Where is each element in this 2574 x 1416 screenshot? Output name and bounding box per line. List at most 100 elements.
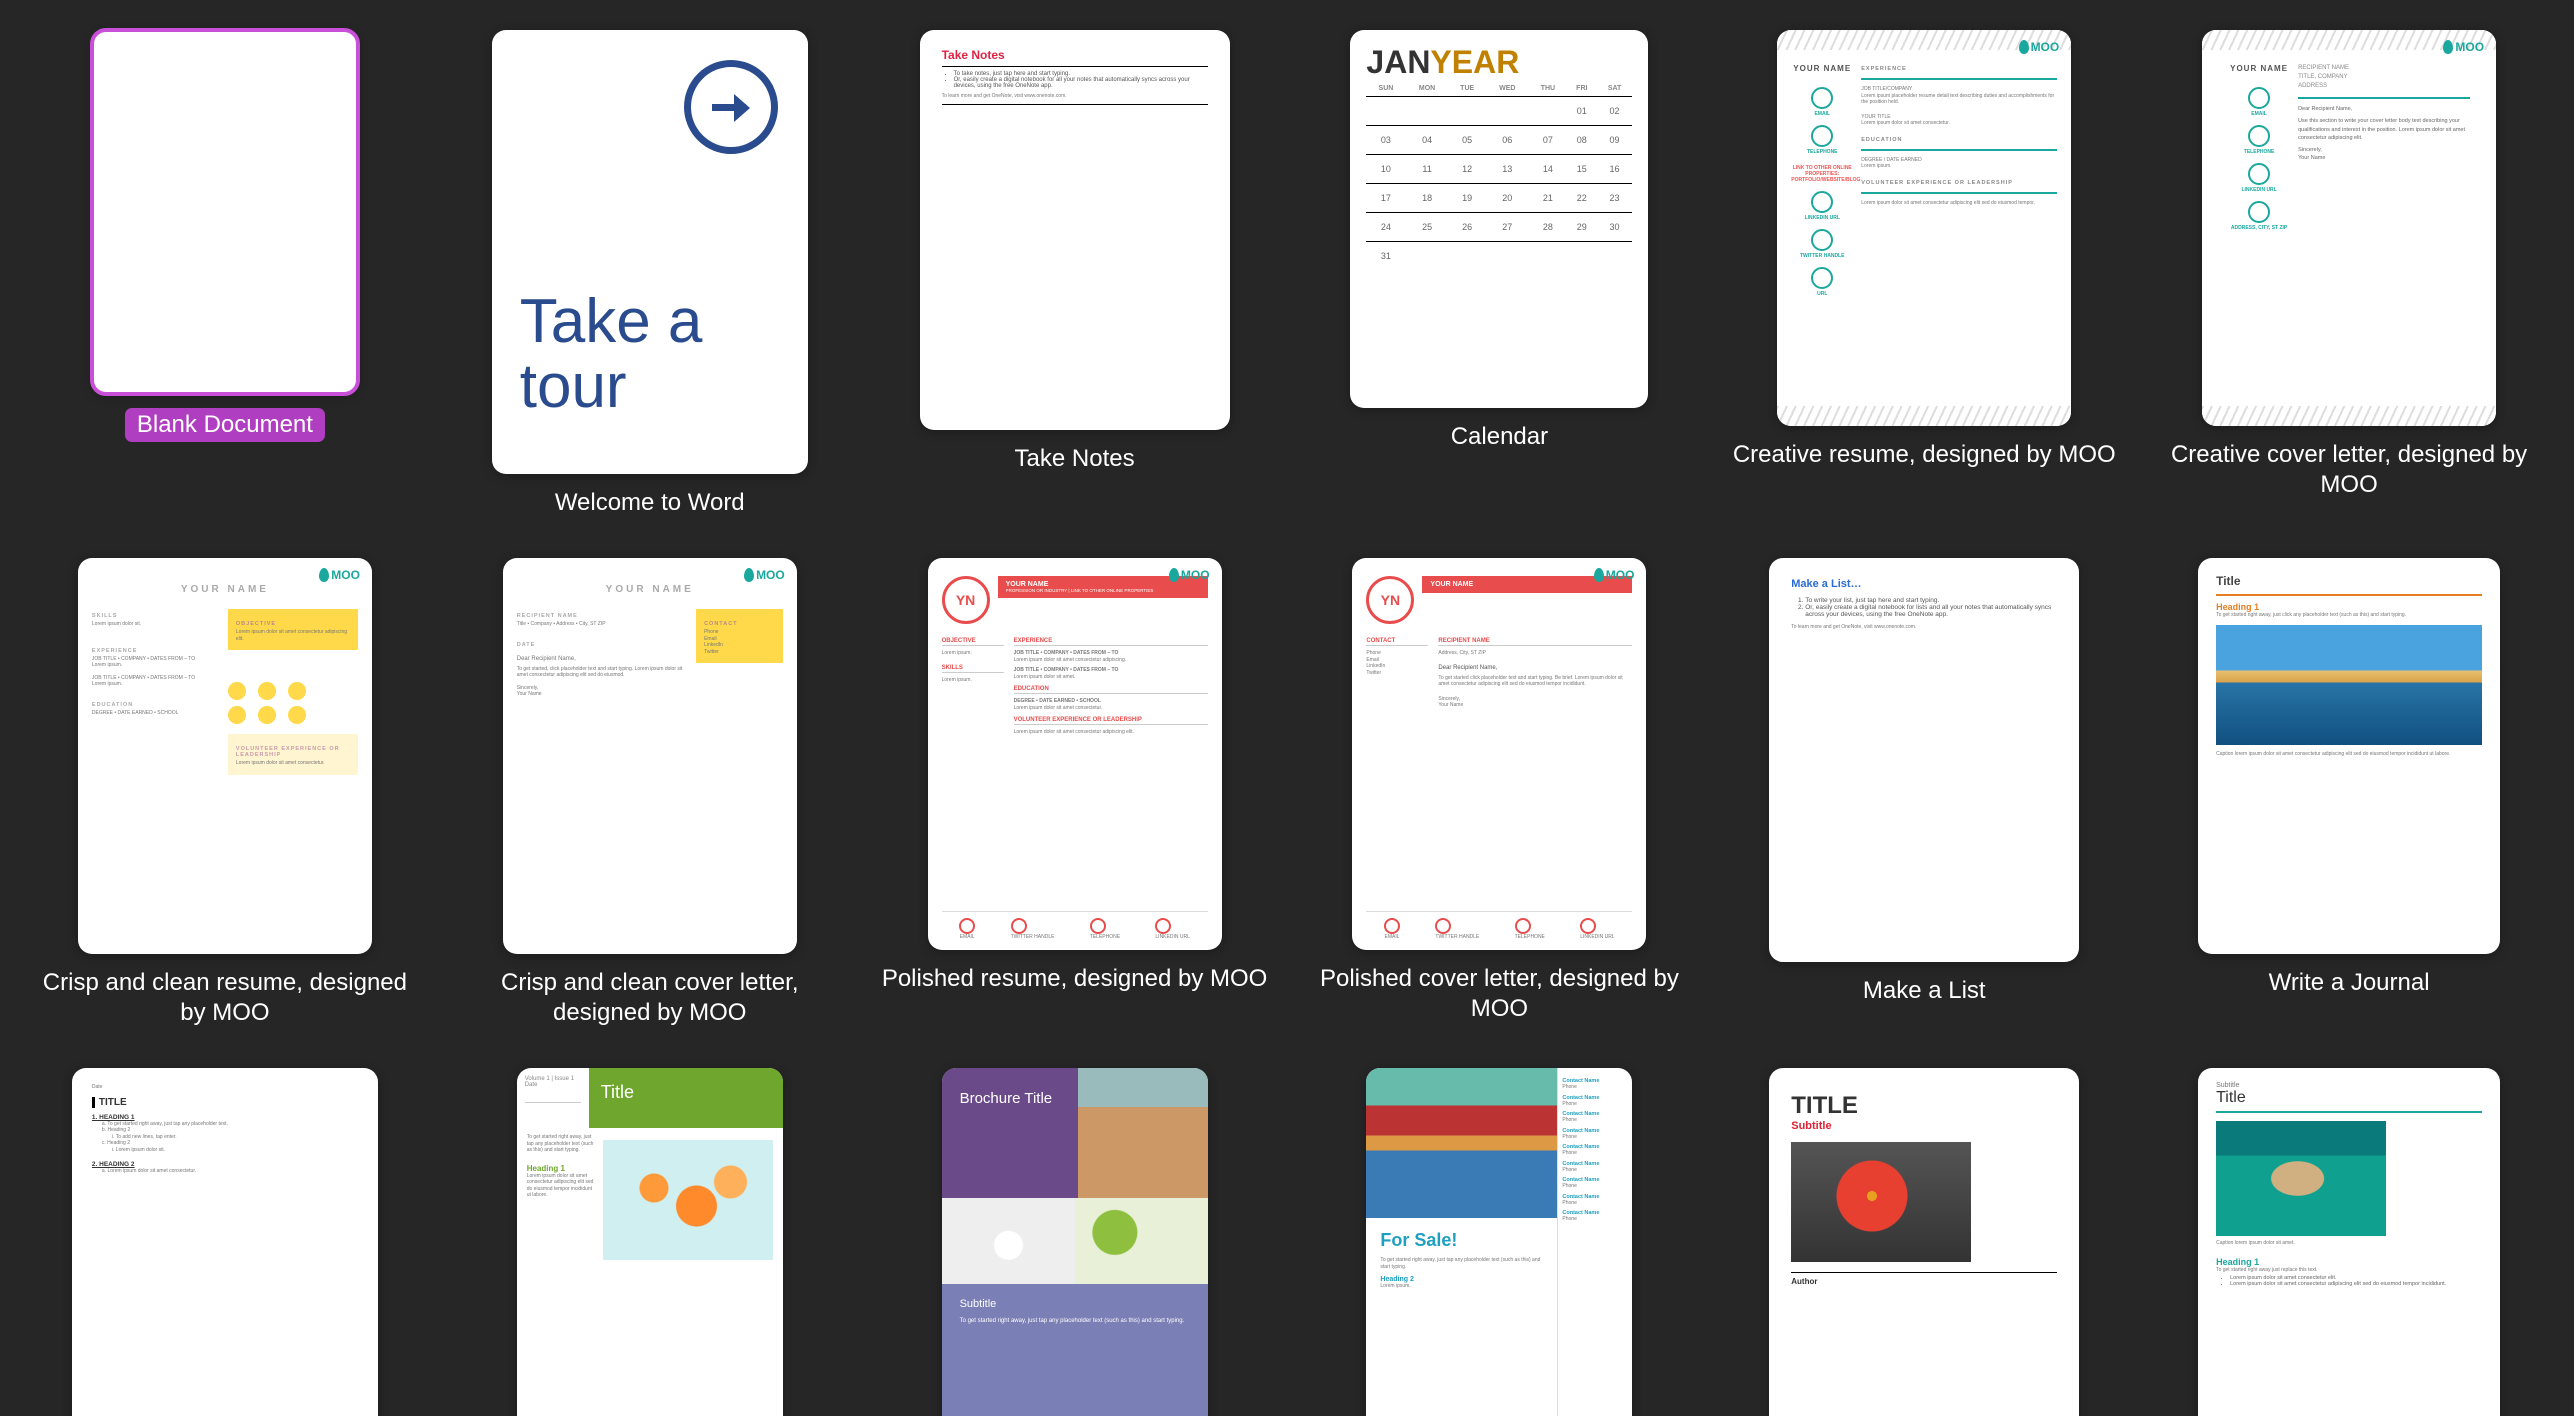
cal-day: WED xyxy=(1486,81,1529,97)
contact-label: EMAIL xyxy=(1791,111,1853,117)
template-item-moo-yellow-cover[interactable]: MOO YOUR NAME RECIPIENT NAME Title • Com… xyxy=(455,558,845,1028)
cal-month-text: JAN xyxy=(1366,44,1430,80)
notes-title: Take Notes xyxy=(942,48,1208,62)
food-photo-icon xyxy=(1078,1068,1208,1198)
section-heading: EXPERIENCE xyxy=(92,648,222,654)
twitter-icon xyxy=(1811,229,1833,251)
template-item-outline[interactable]: Date TITLE 1. HEADING 1 a. To get starte… xyxy=(30,1068,420,1416)
template-item-moo-red-resume[interactable]: MOO YN YOUR NAME PROFESSION OR INDUSTRY … xyxy=(880,558,1270,1028)
cover-greeting: Dear Recipient Name, xyxy=(2298,105,2470,113)
template-thumb-paper-toc[interactable]: TITLE Subtitle Author xyxy=(1769,1068,2079,1416)
otter-photo-icon xyxy=(2216,1121,2386,1236)
template-thumb-tour[interactable]: Take a tour xyxy=(492,30,808,474)
template-thumb-research[interactable]: Subtitle Title Caption lorem ipsum dolor… xyxy=(2198,1068,2500,1416)
calendar-grid: SUN MON TUE WED THU FRI SAT 0102 0304050… xyxy=(1366,81,1632,270)
research-heading1: Heading 1 xyxy=(2216,1257,2482,1267)
contact-icons-row: EMAIL TWITTER HANDLE TELEPHONE LINKEDIN … xyxy=(1366,911,1632,941)
section-heading: DATE xyxy=(517,642,690,648)
food-photo-icon xyxy=(942,1198,1075,1284)
template-thumb-notes[interactable]: Take Notes To take notes, just tap here … xyxy=(920,30,1230,430)
resume-name: YOUR NAME xyxy=(2228,64,2290,73)
outline-date: Date xyxy=(92,1084,358,1091)
flyer-headline: For Sale! xyxy=(1380,1230,1543,1251)
template-thumb-moo-resume[interactable]: MOO YOUR NAME EMAIL TELEPHONE LINK TO OT… xyxy=(1777,30,2071,426)
linkedin-icon xyxy=(2248,163,2270,185)
template-thumb-journal[interactable]: Title Heading 1 To get started right awa… xyxy=(2198,558,2500,954)
template-label: Calendar xyxy=(1451,422,1548,452)
paper-author: Author xyxy=(1791,1277,2057,1286)
template-thumb-list[interactable]: Make a List… To write your list, just ta… xyxy=(1769,558,2079,962)
template-thumb-newsletter[interactable]: Volume 1 | Issue 1Date Title To get star… xyxy=(517,1068,783,1416)
template-thumb-moo-cover[interactable]: MOO YOUR NAME EMAIL TELEPHONE LINKEDIN U… xyxy=(2202,30,2496,426)
news-tip: To get started right away, just tap any … xyxy=(527,1134,595,1154)
template-item-tour[interactable]: Take a tour Welcome to Word xyxy=(455,30,845,518)
template-thumb-outline[interactable]: Date TITLE 1. HEADING 1 a. To get starte… xyxy=(72,1068,378,1416)
cal-day: THU xyxy=(1529,81,1567,97)
contact-label: URL xyxy=(1791,291,1853,297)
template-label: Blank Document xyxy=(125,408,325,442)
template-thumb-brochure[interactable]: Brochure Title Subtitle To get started r… xyxy=(942,1068,1208,1416)
leaf-photo-icon xyxy=(1791,1142,1971,1262)
template-item-flyer[interactable]: For Sale! To get started right away, jus… xyxy=(1305,1068,1695,1416)
moo-logo-icon: MOO xyxy=(319,568,360,582)
contact-label: TWITTER HANDLE xyxy=(1791,253,1853,259)
journal-sub: To get started right away, just click an… xyxy=(2216,612,2482,619)
envelope-icon xyxy=(1384,918,1400,934)
cal-day: SUN xyxy=(1366,81,1405,97)
template-item-paper-toc[interactable]: TITLE Subtitle Author Paper with Cover a… xyxy=(1729,1068,2119,1416)
section-heading: OBJECTIVE xyxy=(236,621,350,627)
template-thumb-moo-yellow-cover[interactable]: MOO YOUR NAME RECIPIENT NAME Title • Com… xyxy=(503,558,797,954)
template-item-moo-resume[interactable]: MOO YOUR NAME EMAIL TELEPHONE LINK TO OT… xyxy=(1729,30,2119,518)
paper-title: TITLE xyxy=(1791,1092,2057,1120)
template-label: Take Notes xyxy=(1015,444,1135,474)
cover-sign: Sincerely, Your Name xyxy=(1438,696,1632,709)
template-thumb-moo-red-cover[interactable]: MOO YN YOUR NAME CONTACT PhoneEmailLinke… xyxy=(1352,558,1646,950)
map-pin-icon xyxy=(2248,201,2270,223)
template-item-research[interactable]: Subtitle Title Caption lorem ipsum dolor… xyxy=(2154,1068,2544,1416)
contact-label: ADDRESS, CITY, ST ZIP xyxy=(2228,225,2290,231)
template-item-blank[interactable]: Blank Document xyxy=(30,30,420,518)
template-item-moo-cover[interactable]: MOO YOUR NAME EMAIL TELEPHONE LINKEDIN U… xyxy=(2154,30,2544,518)
template-item-notes[interactable]: Take Notes To take notes, just tap here … xyxy=(880,30,1270,518)
flyer-h2: Heading 2 xyxy=(1380,1276,1543,1283)
twitter-icon xyxy=(1435,918,1451,934)
envelope-icon xyxy=(1811,87,1833,109)
phone-icon xyxy=(1811,125,1833,147)
section-heading: RECIPIENT NAME xyxy=(517,613,690,619)
flyer-sidebar: Contact NamePhone Contact NamePhone Cont… xyxy=(1557,1068,1632,1416)
template-item-calendar[interactable]: JANYEAR SUN MON TUE WED THU FRI SAT 0102… xyxy=(1305,30,1695,518)
contact-label: EMAIL xyxy=(2228,111,2290,117)
linkedin-icon xyxy=(1155,918,1171,934)
section-heading: EXPERIENCE xyxy=(1014,638,1208,644)
template-thumb-calendar[interactable]: JANYEAR SUN MON TUE WED THU FRI SAT 0102… xyxy=(1350,30,1648,408)
arrow-circle-icon xyxy=(684,60,778,154)
envelope-icon xyxy=(959,918,975,934)
section-heading: SKILLS xyxy=(942,665,1004,671)
template-thumb-blank[interactable] xyxy=(92,30,358,394)
cal-day: FRI xyxy=(1567,81,1597,97)
resume-name: YOUR NAME xyxy=(92,584,358,595)
contact-label: LINKEDIN URL xyxy=(2228,187,2290,193)
template-thumb-moo-yellow-resume[interactable]: MOO YOUR NAME SKILLS Lorem ipsum dolor s… xyxy=(78,558,372,954)
section-heading: EDUCATION xyxy=(92,702,222,708)
template-item-moo-yellow-resume[interactable]: MOO YOUR NAME SKILLS Lorem ipsum dolor s… xyxy=(30,558,420,1028)
twitter-icon xyxy=(1011,918,1027,934)
template-thumb-moo-red-resume[interactable]: MOO YN YOUR NAME PROFESSION OR INDUSTRY … xyxy=(928,558,1222,950)
dot-icon xyxy=(258,682,276,700)
template-item-brochure[interactable]: Brochure Title Subtitle To get started r… xyxy=(880,1068,1270,1416)
template-item-journal[interactable]: Title Heading 1 To get started right awa… xyxy=(2154,558,2544,1028)
template-item-moo-red-cover[interactable]: MOO YN YOUR NAME CONTACT PhoneEmailLinke… xyxy=(1305,558,1695,1028)
template-item-newsletter[interactable]: Volume 1 | Issue 1Date Title To get star… xyxy=(455,1068,845,1416)
section-sub: DEGREE • DATE EARNED • SCHOOL xyxy=(92,710,222,717)
outline-title: TITLE xyxy=(92,1097,358,1108)
section-heading: SKILLS xyxy=(92,613,222,619)
contact-label: LINKEDIN URL xyxy=(1791,215,1853,221)
section-heading: VOLUNTEER EXPERIENCE OR LEADERSHIP xyxy=(236,746,350,758)
template-thumb-flyer[interactable]: For Sale! To get started right away, jus… xyxy=(1366,1068,1632,1416)
list-title: Make a List… xyxy=(1791,578,2057,590)
cal-year-text: YEAR xyxy=(1430,44,1519,80)
list-item: To write your list, just tap here and st… xyxy=(1805,597,2057,604)
contact-icons-row: EMAIL TWITTER HANDLE TELEPHONE LINKEDIN … xyxy=(942,911,1208,941)
cal-day: MON xyxy=(1405,81,1448,97)
template-item-list[interactable]: Make a List… To write your list, just ta… xyxy=(1729,558,2119,1028)
